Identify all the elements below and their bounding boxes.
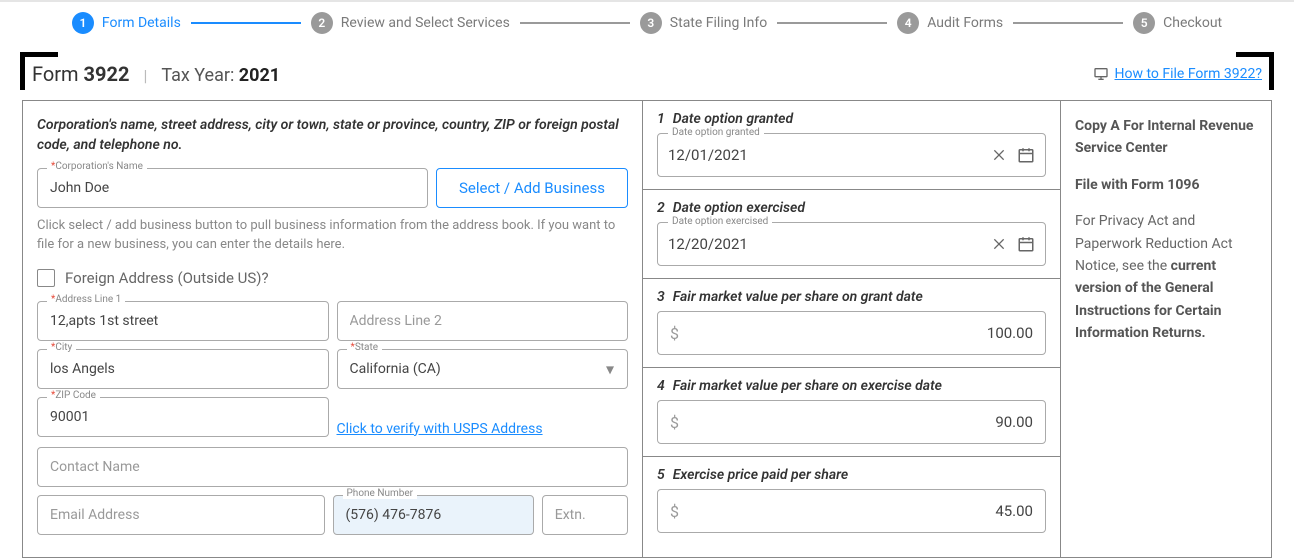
state-label: *State: [347, 342, 383, 353]
step-label-4: Audit Forms: [927, 15, 1003, 31]
file-with-heading: File with Form 1096: [1075, 177, 1199, 193]
date-granted-label: Date option granted: [668, 127, 764, 138]
state-select[interactable]: [337, 349, 629, 389]
corporation-panel: Corporation's name, street address, city…: [23, 101, 643, 557]
addr1-label: *Address Line 1: [47, 294, 125, 305]
step-label-3: State Filing Info: [670, 15, 767, 31]
info-panel: Copy A For Internal Revenue Service Cent…: [1061, 101, 1271, 557]
date-granted-input[interactable]: [668, 146, 983, 164]
copy-a-heading: Copy A For Internal Revenue Service Cent…: [1075, 118, 1253, 156]
city-input[interactable]: [37, 349, 329, 389]
clear-icon[interactable]: [991, 147, 1007, 163]
zip-input[interactable]: [37, 397, 329, 437]
corporation-name-input[interactable]: [37, 168, 428, 208]
date-exercised-input[interactable]: [668, 235, 983, 253]
fmv-grant-input[interactable]: [687, 324, 1033, 342]
currency-symbol: $: [670, 502, 679, 521]
step-circle-3: 3: [640, 12, 662, 34]
step-form-details[interactable]: 1 Form Details: [72, 12, 181, 34]
step-checkout[interactable]: 5 Checkout: [1133, 12, 1222, 34]
exercise-price-field[interactable]: $: [657, 489, 1046, 533]
currency-symbol: $: [670, 413, 679, 432]
box-2: 2Date option exercised Date option exerc…: [643, 190, 1060, 279]
date-exercised-label: Date option exercised: [668, 216, 772, 227]
step-line-2: [520, 22, 630, 24]
calendar-icon[interactable]: [1017, 146, 1035, 164]
zip-label: *ZIP Code: [47, 390, 100, 401]
step-line-4: [1013, 22, 1123, 24]
date-granted-field[interactable]: Date option granted: [657, 133, 1046, 177]
foreign-address-label: Foreign Address (Outside US)?: [65, 269, 269, 287]
divider: |: [143, 66, 147, 85]
step-label-1: Form Details: [102, 15, 181, 31]
form-header: Form 3922 | Tax Year: 2021 How to File F…: [22, 54, 1272, 100]
exercise-price-input[interactable]: [687, 502, 1033, 520]
business-help-text: Click select / add business button to pu…: [37, 216, 628, 255]
step-circle-2: 2: [311, 12, 333, 34]
tax-year: Tax Year: 2021: [161, 65, 280, 86]
step-circle-5: 5: [1133, 12, 1155, 34]
corner-decoration-tl: [20, 52, 58, 90]
step-circle-1: 1: [72, 12, 94, 34]
city-label: *City: [47, 342, 76, 353]
step-line-3: [777, 22, 887, 24]
step-state-filing[interactable]: 3 State Filing Info: [640, 12, 767, 34]
fmv-exercise-input[interactable]: [687, 413, 1033, 431]
progress-stepper: 1 Form Details 2 Review and Select Servi…: [0, 2, 1294, 44]
corp-name-label: *Corporation's Name: [47, 161, 147, 172]
privacy-notice: For Privacy Act and Paperwork Reduction …: [1075, 210, 1257, 344]
step-label-2: Review and Select Services: [341, 15, 510, 31]
verify-usps-link[interactable]: Click to verify with USPS Address: [337, 411, 543, 437]
currency-symbol: $: [670, 324, 679, 343]
step-circle-4: 4: [897, 12, 919, 34]
phone-label: Phone Number: [343, 488, 418, 499]
box-5: 5Exercise price paid per share $: [643, 457, 1060, 545]
boxes-panel: 1Date option granted Date option granted…: [643, 101, 1061, 557]
box-1: 1Date option granted Date option granted: [643, 101, 1060, 190]
box-3: 3Fair market value per share on grant da…: [643, 279, 1060, 368]
step-review-services[interactable]: 2 Review and Select Services: [311, 12, 510, 34]
fmv-exercise-field[interactable]: $: [657, 400, 1046, 444]
calendar-icon[interactable]: [1017, 235, 1035, 253]
phone-input[interactable]: [333, 495, 534, 535]
address-line2-input[interactable]: [337, 301, 629, 341]
panel-instructions: Corporation's name, street address, city…: [37, 115, 628, 156]
contact-name-input[interactable]: [37, 447, 628, 487]
fmv-grant-field[interactable]: $: [657, 311, 1046, 355]
presentation-icon: [1093, 66, 1109, 82]
select-add-business-button[interactable]: Select / Add Business: [436, 168, 628, 208]
corner-decoration-tr: [1236, 52, 1274, 90]
step-audit-forms[interactable]: 4 Audit Forms: [897, 12, 1003, 34]
date-exercised-field[interactable]: Date option exercised: [657, 222, 1046, 266]
step-label-5: Checkout: [1163, 15, 1222, 31]
box-4: 4Fair market value per share on exercise…: [643, 368, 1060, 457]
address-line1-input[interactable]: [37, 301, 329, 341]
email-input[interactable]: [37, 495, 325, 535]
clear-icon[interactable]: [991, 236, 1007, 252]
foreign-address-checkbox[interactable]: [37, 269, 55, 287]
step-line-1: [191, 22, 301, 24]
extn-input[interactable]: [542, 495, 628, 535]
